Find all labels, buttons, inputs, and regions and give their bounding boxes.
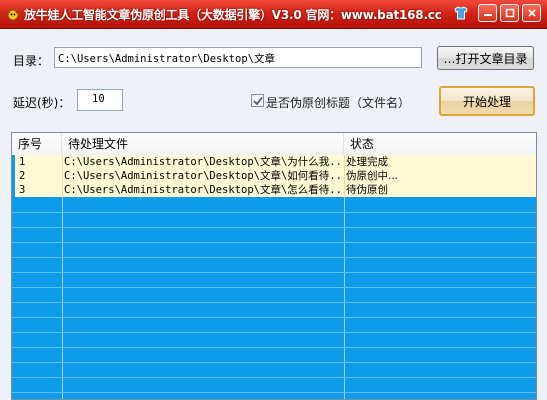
maximize-icon <box>505 8 514 18</box>
close-button[interactable] <box>522 4 541 22</box>
column-divider <box>344 169 345 183</box>
empty-row-separator <box>12 377 536 378</box>
empty-row-separator <box>12 332 536 333</box>
column-header-file[interactable]: 待处理文件 <box>62 133 344 155</box>
row-file: C:\Users\Administrator\Desktop\文章\如何看待..… <box>64 170 340 182</box>
empty-row-separator <box>12 392 536 393</box>
column-header-status[interactable]: 状态 <box>344 133 536 155</box>
start-button[interactable]: 开始处理 <box>439 86 535 116</box>
empty-row-separator <box>12 212 536 213</box>
close-icon <box>527 9 536 17</box>
cow-head-icon <box>6 6 20 21</box>
row-num: 3 <box>12 183 62 197</box>
column-divider <box>62 169 63 183</box>
column-divider <box>344 183 345 197</box>
row-num: 1 <box>12 155 62 169</box>
delay-input[interactable]: 10 <box>77 89 123 111</box>
empty-row-separator <box>12 242 536 243</box>
column-header-num[interactable]: 序号 <box>12 133 62 155</box>
window-title: 放牛娃人工智能文章伪原创工具（大数据引擎）V3.0 官网：www.bat168.… <box>24 8 442 22</box>
row-status: 处理完成 <box>346 156 388 168</box>
maximize-button[interactable] <box>500 4 519 22</box>
skin-shirt-icon[interactable] <box>451 4 470 22</box>
checkmark-icon <box>253 96 263 106</box>
list-header: 序号 待处理文件 状态 <box>12 133 536 156</box>
empty-row-separator <box>12 302 536 303</box>
dir-input[interactable]: C:\Users\Administrator\Desktop\文章 <box>54 47 422 68</box>
app-window: 放牛娃人工智能文章伪原创工具（大数据引擎）V3.0 官网：www.bat168.… <box>0 0 547 400</box>
empty-rows-area <box>12 197 536 399</box>
row-status: 待伪原创 <box>346 184 388 196</box>
delay-label: 延迟(秒)： <box>13 96 71 110</box>
empty-row-separator <box>12 317 536 318</box>
column-divider <box>344 155 345 169</box>
table-row[interactable]: 1 C:\Users\Administrator\Desktop\文章\为什么我… <box>12 155 536 169</box>
row-num: 2 <box>12 169 62 183</box>
empty-row-separator <box>12 347 536 348</box>
file-list[interactable]: 序号 待处理文件 状态 1 C:\Users\Administrator\Des… <box>11 132 537 400</box>
table-row[interactable]: 2 C:\Users\Administrator\Desktop\文章\如何看待… <box>12 169 536 183</box>
title-rewrite-checkbox[interactable] <box>251 94 264 107</box>
list-body: 1 C:\Users\Administrator\Desktop\文章\为什么我… <box>12 155 536 399</box>
row-file: C:\Users\Administrator\Desktop\文章\为什么我..… <box>64 156 340 168</box>
column-divider <box>62 155 63 169</box>
row-status: 伪原创中... <box>346 170 399 182</box>
table-row[interactable]: 3 C:\Users\Administrator\Desktop\文章\怎么看待… <box>12 183 536 197</box>
empty-row-separator <box>12 287 536 288</box>
column-divider <box>62 183 63 197</box>
open-dir-button[interactable]: …打开文章目录 <box>437 46 534 70</box>
checkbox-label: 是否伪原创标题（文件名） <box>266 96 411 110</box>
dir-label: 目录： <box>13 54 50 68</box>
minimize-button[interactable] <box>478 4 497 22</box>
empty-row-separator <box>12 362 536 363</box>
title-bar[interactable]: 放牛娃人工智能文章伪原创工具（大数据引擎）V3.0 官网：www.bat168.… <box>0 0 547 29</box>
empty-row-separator <box>12 272 536 273</box>
minimize-icon <box>483 14 492 16</box>
row-file: C:\Users\Administrator\Desktop\文章\怎么看待..… <box>64 184 340 196</box>
empty-row-separator <box>12 257 536 258</box>
empty-row-separator <box>12 227 536 228</box>
